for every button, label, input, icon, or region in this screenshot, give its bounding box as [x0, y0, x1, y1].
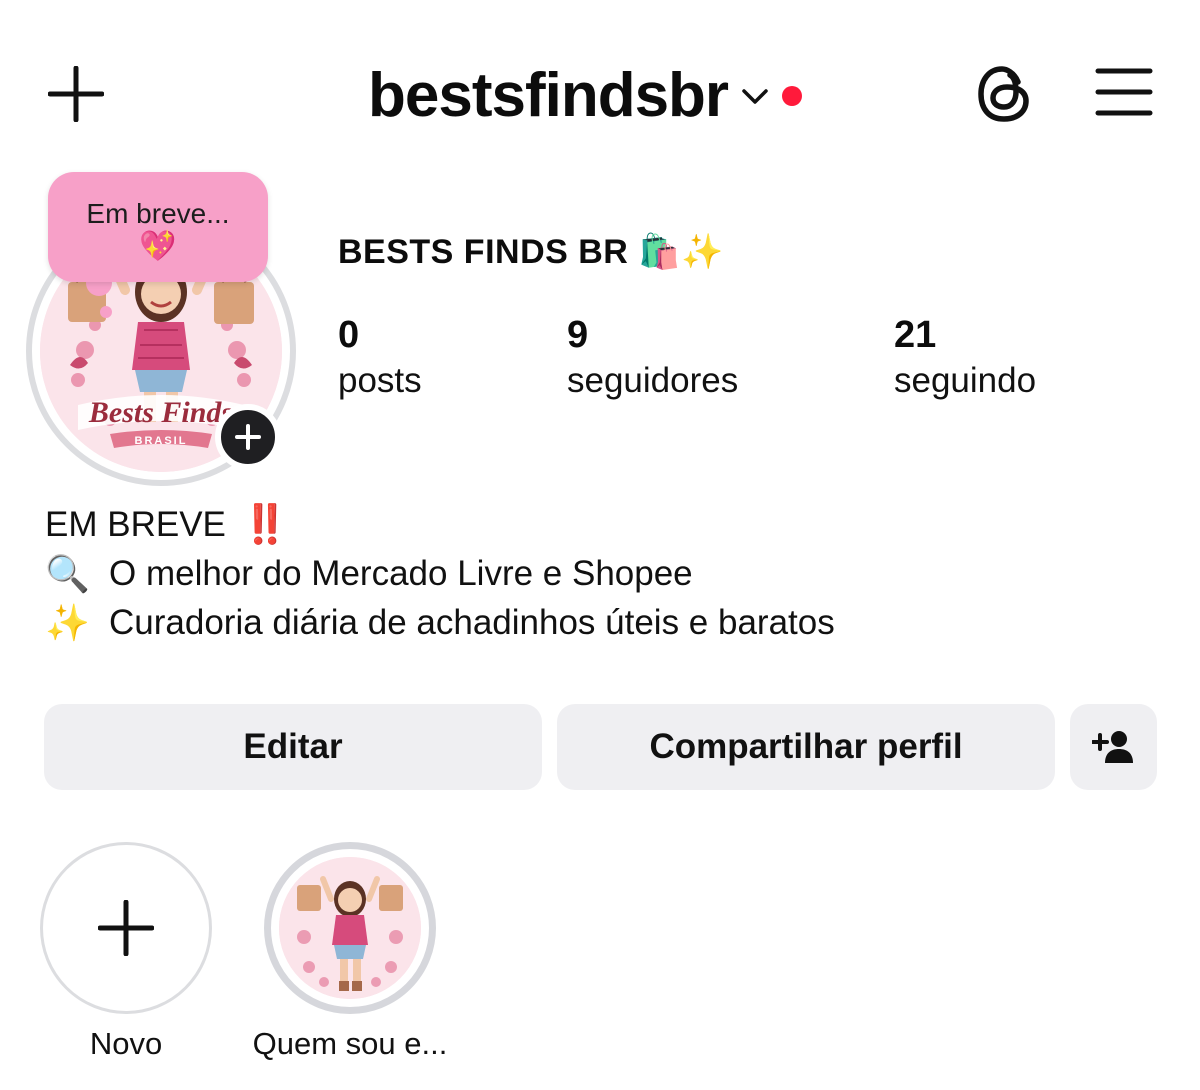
create-plus-icon[interactable] — [47, 65, 105, 123]
bio: EM BREVE ‼️ 🔍 O melhor do Mercado Livre … — [45, 500, 1145, 647]
magnifier-emoji: 🔍 — [45, 552, 90, 594]
chevron-down-icon — [742, 89, 768, 104]
highlight-cover-image — [279, 857, 421, 999]
bio-text-1: EM BREVE — [45, 504, 226, 544]
highlight-label: Novo — [89, 1026, 163, 1061]
profile-page: bestsfindsbr Bests Finds BRASIL Em breve… — [0, 0, 1200, 1090]
bio-text-2: O melhor do Mercado Livre e Shopee — [109, 553, 693, 593]
bio-line-3: ✨ Curadoria diária de achadinhos úteis e… — [45, 598, 1145, 647]
followers-count: 9 — [567, 314, 589, 356]
double-exclamation-emoji: ‼️ — [241, 503, 289, 546]
avatar-brand-text: Bests Finds — [88, 396, 233, 429]
highlight-new[interactable]: Novo — [38, 842, 214, 1062]
person-add-icon — [1091, 731, 1133, 763]
heart-emoji: 💖 — [139, 230, 177, 263]
threads-icon[interactable] — [975, 62, 1033, 126]
highlight-about-circle — [264, 842, 436, 1014]
stat-followers[interactable]: 9 seguidores — [567, 312, 738, 404]
display-name: BESTS FINDS BR 🛍️✨ — [338, 233, 724, 271]
bio-line-1: EM BREVE ‼️ — [45, 500, 1145, 549]
stat-following[interactable]: 21 seguindo — [894, 312, 1036, 404]
discover-people-button[interactable] — [1070, 704, 1157, 790]
note-text: Em breve... — [86, 198, 230, 229]
edit-profile-button[interactable]: Editar — [44, 704, 542, 790]
plus-icon — [98, 900, 154, 956]
plus-circle-icon[interactable] — [215, 404, 281, 470]
sparkles-emoji: ✨ — [45, 601, 90, 643]
following-count: 21 — [894, 314, 937, 356]
bio-line-2: 🔍 O melhor do Mercado Livre e Shopee — [45, 549, 1145, 598]
share-profile-button[interactable]: Compartilhar perfil — [557, 704, 1055, 790]
highlight-new-circle — [40, 842, 212, 1014]
following-label: seguindo — [894, 361, 1037, 400]
svg-text:BRASIL: BRASIL — [135, 435, 188, 447]
bio-text-3: Curadoria diária de achadinhos úteis e b… — [109, 602, 835, 642]
note-tail-dot — [100, 306, 112, 318]
posts-count: 0 — [338, 314, 360, 356]
notification-dot — [782, 86, 803, 106]
followers-label: seguidores — [567, 361, 739, 400]
highlight-about[interactable]: Quem sou e... — [246, 842, 454, 1062]
username: bestsfindsbr — [368, 61, 729, 130]
stat-posts[interactable]: 0 posts — [338, 312, 422, 404]
posts-label: posts — [338, 361, 422, 400]
highlight-label: Quem sou e... — [252, 1026, 448, 1061]
note-bubble[interactable]: Em breve... 💖 — [48, 172, 268, 282]
account-switcher[interactable]: bestsfindsbr — [368, 58, 803, 134]
hamburger-menu-icon[interactable] — [1095, 66, 1153, 118]
